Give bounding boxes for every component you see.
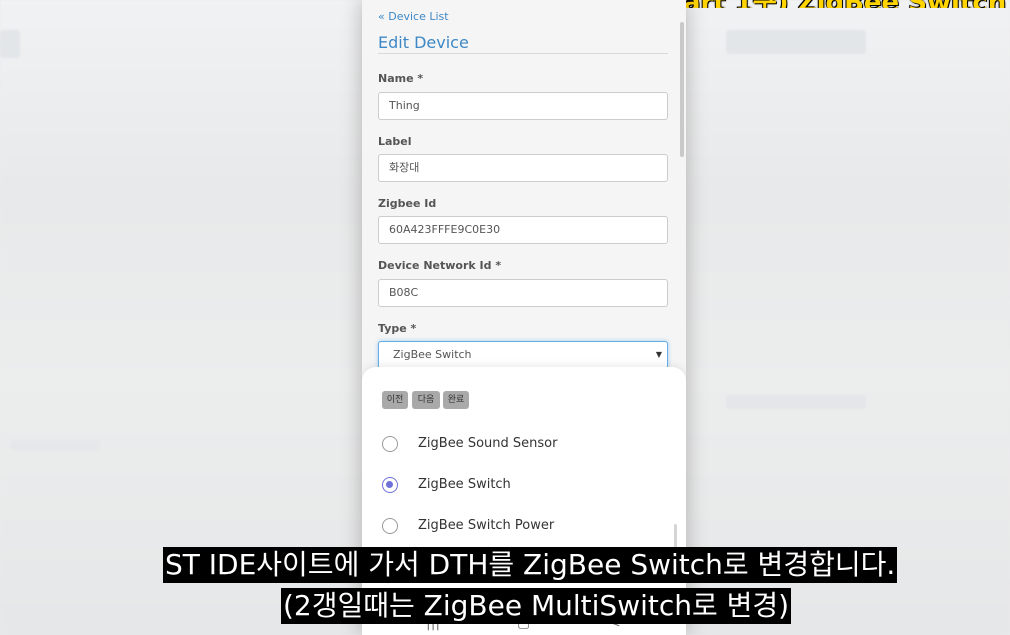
picker-option-label: ZigBee Switch Power — [418, 518, 555, 533]
background-blur-block — [726, 30, 866, 54]
done-button[interactable]: 완료 — [443, 391, 469, 409]
background-blur-block — [726, 395, 866, 409]
next-button[interactable]: 다음 — [412, 391, 440, 409]
zigbee-id-input[interactable]: 60A423FFFE9C0E30 — [378, 216, 668, 244]
prev-button[interactable]: 이전 — [382, 391, 408, 409]
subtitle-line-1: ST IDE사이트에 가서 DTH를 ZigBee Switch로 변경합니다. — [163, 547, 898, 583]
type-select-value: ZigBee Switch — [393, 348, 472, 361]
picker-option-label: ZigBee Sound Sensor — [418, 436, 558, 451]
chevron-down-icon: ▼ — [655, 350, 662, 359]
radio-unchecked-icon — [382, 518, 398, 534]
network-id-label: Device Network Id * — [378, 259, 502, 272]
radio-unchecked-icon — [382, 436, 398, 452]
name-label: Name * — [378, 72, 424, 85]
background-left — [0, 0, 362, 635]
background-blur-block — [10, 440, 100, 450]
subtitle-line-2: (2갱일때는 ZigBee MultiSwitch로 변경) — [281, 588, 792, 624]
background-blur-block — [0, 30, 20, 58]
type-label: Type * — [378, 322, 417, 335]
picker-option-label: ZigBee Switch — [418, 477, 511, 492]
network-id-input[interactable]: B08C — [378, 279, 668, 307]
picker-option-zigbee-sound-sensor[interactable]: ZigBee Sound Sensor — [382, 434, 672, 456]
background-right — [686, 0, 1010, 635]
zigbee-id-label: Zigbee Id — [378, 197, 437, 210]
picker-option-zigbee-switch[interactable]: ZigBee Switch — [382, 475, 672, 497]
label-input[interactable]: 화장대 — [378, 154, 668, 182]
radio-checked-icon — [382, 477, 398, 493]
page-scrollbar[interactable] — [680, 22, 684, 157]
name-input[interactable]: Thing — [378, 92, 668, 120]
phone-screen: « Device List Edit Device Name * Thing L… — [362, 0, 686, 635]
picker-option-zigbee-switch-power[interactable]: ZigBee Switch Power — [382, 516, 672, 538]
device-list-link[interactable]: « Device List — [378, 10, 449, 23]
label-label: Label — [378, 135, 412, 148]
page-title: Edit Device — [378, 33, 469, 52]
type-select[interactable]: ZigBee Switch ▼ — [378, 341, 668, 369]
title-divider — [378, 53, 668, 54]
